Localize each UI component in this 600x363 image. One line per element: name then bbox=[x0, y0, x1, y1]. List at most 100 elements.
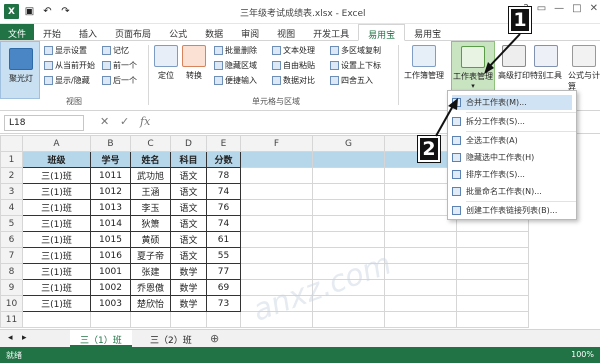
cell[interactable]: 1013 bbox=[90, 199, 131, 216]
cell[interactable]: 李玉 bbox=[130, 199, 171, 216]
redo-icon[interactable]: ↷ bbox=[58, 4, 73, 19]
row-header[interactable]: 7 bbox=[0, 247, 23, 264]
cell[interactable] bbox=[240, 151, 313, 168]
save-icon[interactable]: ▣ bbox=[22, 4, 37, 19]
cell[interactable] bbox=[206, 311, 241, 328]
cell[interactable] bbox=[384, 279, 457, 296]
tab-easyuse-active[interactable]: 易用宝 bbox=[358, 24, 406, 41]
tab-data[interactable]: 数据 bbox=[196, 24, 232, 40]
from-current-button[interactable]: 从当前开始 bbox=[44, 60, 95, 71]
add-sheet-icon[interactable]: ⊕ bbox=[210, 332, 219, 345]
cell[interactable]: 78 bbox=[206, 167, 241, 184]
cell[interactable]: 55 bbox=[206, 247, 241, 264]
cell[interactable]: 王涵 bbox=[130, 183, 171, 200]
cell[interactable] bbox=[312, 215, 385, 232]
cell[interactable]: 1012 bbox=[90, 183, 131, 200]
cell[interactable] bbox=[384, 295, 457, 312]
menu-hide-selected-sheets[interactable]: 隐藏选中工作表(H) bbox=[452, 150, 534, 165]
cell[interactable]: 张建 bbox=[130, 263, 171, 280]
multi-area-copy-button[interactable]: 多区域复制 bbox=[330, 45, 381, 56]
select-all-corner[interactable] bbox=[0, 135, 23, 152]
tab-formulas[interactable]: 公式 bbox=[160, 24, 196, 40]
tab-developer[interactable]: 开发工具 bbox=[304, 24, 358, 40]
minimize-icon[interactable]: — bbox=[554, 3, 564, 14]
scroll-left-icon[interactable]: ◂ bbox=[8, 333, 13, 343]
cell[interactable] bbox=[456, 279, 529, 296]
close-icon[interactable]: ✕ bbox=[590, 3, 598, 14]
cell[interactable]: 三(1)班 bbox=[22, 263, 91, 280]
cell[interactable]: 三(1)班 bbox=[22, 295, 91, 312]
tab-home[interactable]: 开始 bbox=[34, 24, 70, 40]
cell[interactable]: 77 bbox=[206, 263, 241, 280]
cell[interactable] bbox=[384, 311, 457, 328]
cell[interactable]: 语文 bbox=[170, 215, 207, 232]
row-header[interactable]: 2 bbox=[0, 167, 23, 184]
cell[interactable]: 61 bbox=[206, 231, 241, 248]
menu-sort-sheets[interactable]: 排序工作表(S)... bbox=[452, 167, 525, 182]
name-box[interactable]: L18 bbox=[4, 115, 84, 131]
cell[interactable] bbox=[170, 311, 207, 328]
column-header[interactable]: F bbox=[240, 135, 313, 152]
cell[interactable]: 黄硕 bbox=[130, 231, 171, 248]
menu-merge-sheets[interactable]: 合并工作表(M)... bbox=[452, 95, 572, 110]
cell[interactable] bbox=[240, 215, 313, 232]
cell[interactable] bbox=[312, 311, 385, 328]
cell[interactable] bbox=[384, 215, 457, 232]
cell[interactable]: 1001 bbox=[90, 263, 131, 280]
sheet-tab-class1[interactable]: 三（1）班 bbox=[70, 330, 132, 347]
row-header[interactable]: 8 bbox=[0, 263, 23, 280]
cell[interactable] bbox=[384, 167, 457, 184]
cell[interactable]: 1014 bbox=[90, 215, 131, 232]
cell[interactable]: 语文 bbox=[170, 247, 207, 264]
cell[interactable] bbox=[384, 247, 457, 264]
cell[interactable] bbox=[90, 311, 131, 328]
cell[interactable] bbox=[456, 295, 529, 312]
cell[interactable]: 数学 bbox=[170, 263, 207, 280]
cell[interactable]: 74 bbox=[206, 215, 241, 232]
memory-button[interactable]: 记忆 bbox=[102, 45, 129, 56]
cell[interactable] bbox=[312, 183, 385, 200]
formula-calc-button[interactable]: 公式与计算 bbox=[568, 45, 600, 92]
row-header[interactable]: 10 bbox=[0, 295, 23, 312]
display-settings-button[interactable]: 显示设置 bbox=[44, 45, 87, 56]
undo-icon[interactable]: ↶ bbox=[40, 4, 55, 19]
cell[interactable]: 楚欣怡 bbox=[130, 295, 171, 312]
cancel-icon[interactable]: ✕ bbox=[100, 115, 109, 128]
cell[interactable] bbox=[456, 247, 529, 264]
text-process-button[interactable]: 文本处理 bbox=[272, 45, 315, 56]
cell[interactable]: 三(1)班 bbox=[22, 231, 91, 248]
column-header[interactable]: D bbox=[170, 135, 207, 152]
maximize-icon[interactable]: □ bbox=[572, 3, 581, 14]
cell[interactable]: 数学 bbox=[170, 279, 207, 296]
cell[interactable]: 语文 bbox=[170, 167, 207, 184]
free-paste-button[interactable]: 自由粘贴 bbox=[272, 60, 315, 71]
cell[interactable] bbox=[456, 311, 529, 328]
fx-icon[interactable]: fx bbox=[140, 115, 150, 128]
cell[interactable]: 分数 bbox=[206, 151, 241, 168]
cell[interactable] bbox=[312, 231, 385, 248]
row-header[interactable]: 3 bbox=[0, 183, 23, 200]
cell[interactable] bbox=[240, 167, 313, 184]
cell[interactable]: 夏子帝 bbox=[130, 247, 171, 264]
zoom-level[interactable]: 100% bbox=[571, 350, 594, 359]
convert-button[interactable]: 转换 bbox=[182, 45, 206, 81]
cell[interactable]: 1016 bbox=[90, 247, 131, 264]
row-header[interactable]: 5 bbox=[0, 215, 23, 232]
data-compare-button[interactable]: 数据对比 bbox=[272, 75, 315, 86]
enter-icon[interactable]: ✓ bbox=[120, 115, 129, 128]
cell[interactable]: 姓名 bbox=[130, 151, 171, 168]
tab-easyuse[interactable]: 易用宝 bbox=[405, 24, 450, 40]
cell[interactable]: 1015 bbox=[90, 231, 131, 248]
cell[interactable]: 三(1)班 bbox=[22, 183, 91, 200]
cell[interactable]: 语文 bbox=[170, 199, 207, 216]
cell[interactable]: 74 bbox=[206, 183, 241, 200]
cell[interactable] bbox=[384, 231, 457, 248]
cell[interactable]: 三(1)班 bbox=[22, 199, 91, 216]
column-header[interactable]: E bbox=[206, 135, 241, 152]
tab-insert[interactable]: 插入 bbox=[70, 24, 106, 40]
cell[interactable] bbox=[240, 247, 313, 264]
cell[interactable]: 数学 bbox=[170, 295, 207, 312]
spotlight-button[interactable]: 聚光灯 bbox=[0, 41, 40, 99]
menu-batch-rename[interactable]: 批量命名工作表(N)... bbox=[452, 184, 542, 199]
cell[interactable] bbox=[312, 167, 385, 184]
